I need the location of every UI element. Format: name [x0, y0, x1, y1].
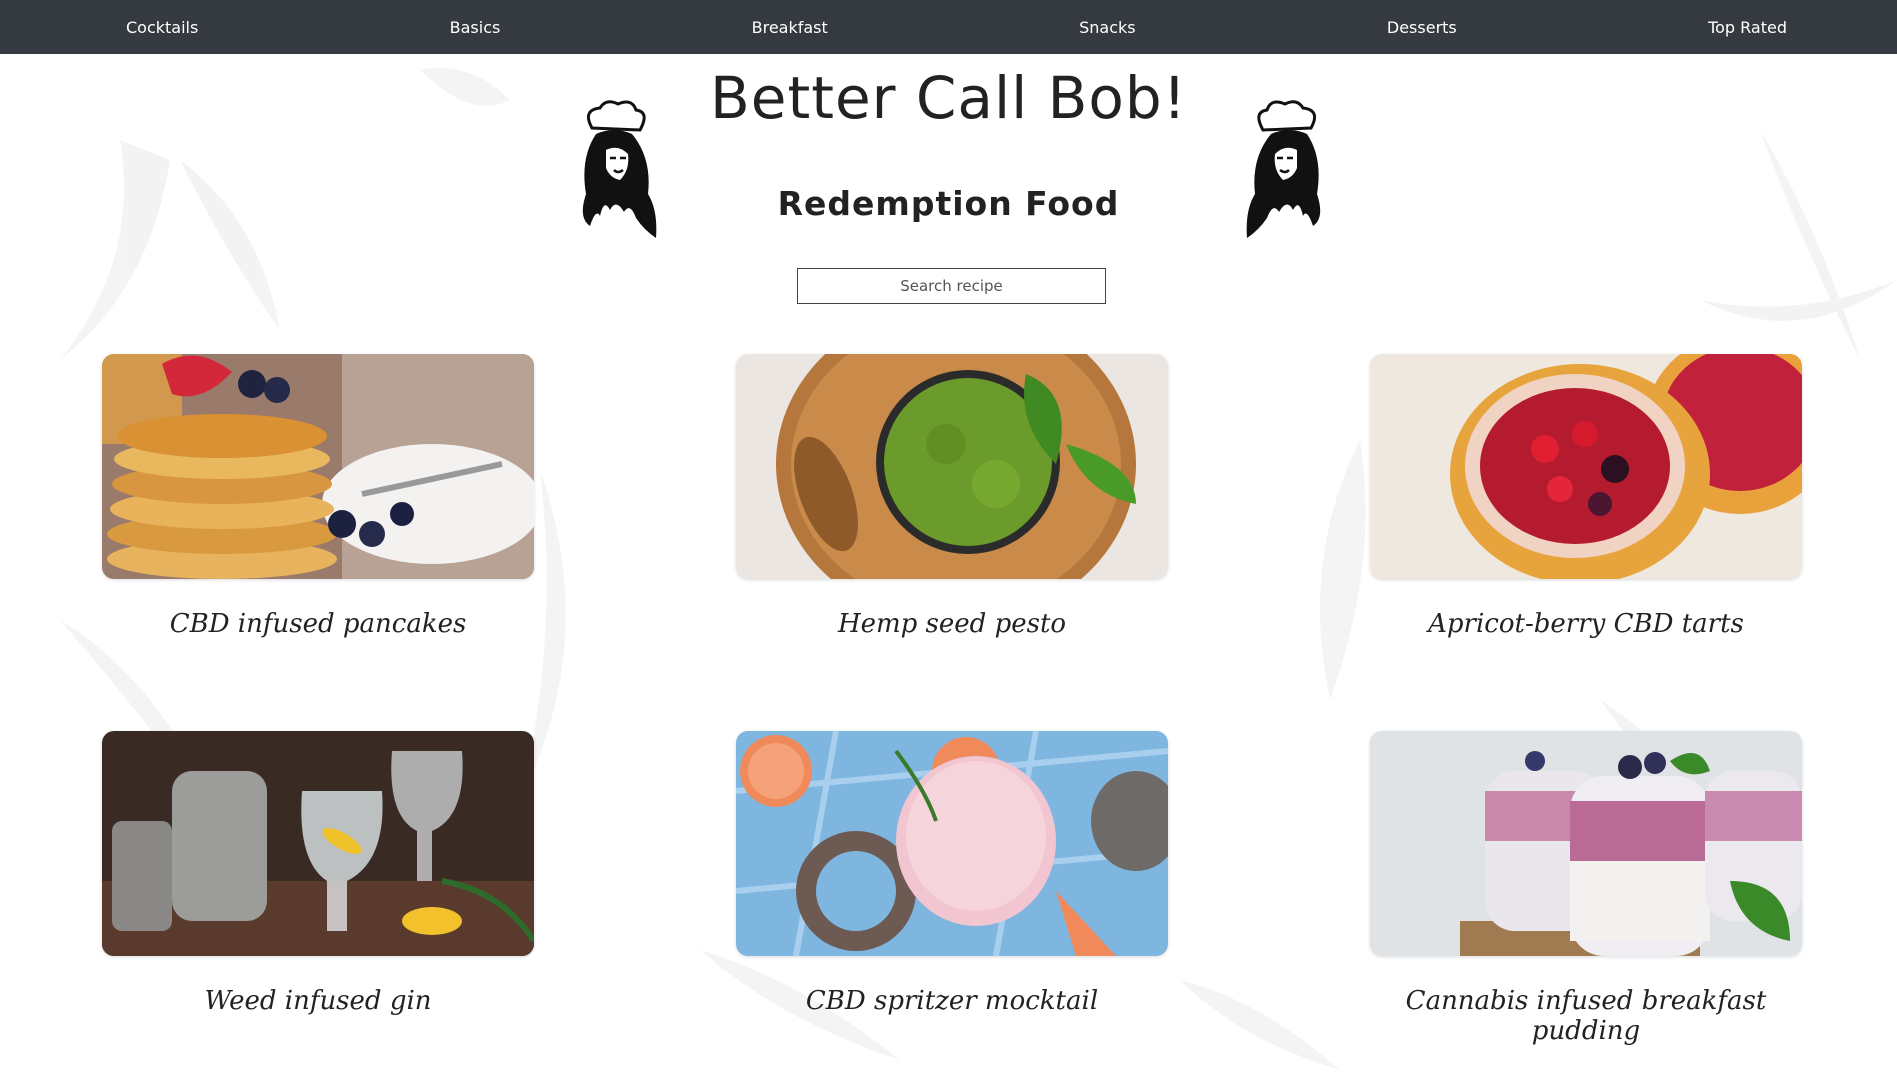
nav-link-desserts[interactable]: Desserts	[1387, 18, 1457, 37]
recipe-card[interactable]: Apricot-berry CBD tarts	[1370, 354, 1802, 639]
nav-link-breakfast[interactable]: Breakfast	[752, 18, 828, 37]
chef-logo-icon	[1233, 98, 1333, 240]
recipe-card[interactable]: Weed infused gin	[102, 731, 534, 1016]
nav-link-cocktails[interactable]: Cocktails	[126, 18, 198, 37]
recipe-title[interactable]: Cannabis infused breakfast pudding	[1370, 986, 1802, 1046]
nav-link-top-rated[interactable]: Top Rated	[1708, 18, 1787, 37]
search-input[interactable]	[797, 268, 1106, 304]
pancakes-photo[interactable]	[102, 354, 534, 579]
pudding-photo[interactable]	[1370, 731, 1802, 956]
recipe-card[interactable]: Hemp seed pesto	[736, 354, 1168, 639]
pesto-photo[interactable]	[736, 354, 1168, 579]
recipe-title[interactable]: CBD spritzer mocktail	[736, 986, 1168, 1016]
recipe-card[interactable]: CBD infused pancakes	[102, 354, 534, 639]
recipe-title[interactable]: Weed infused gin	[102, 986, 534, 1016]
page-header: Better Call Bob! Redemption Food	[0, 54, 1897, 324]
recipe-title[interactable]: Hemp seed pesto	[736, 609, 1168, 639]
recipe-title[interactable]: CBD infused pancakes	[102, 609, 534, 639]
nav-link-basics[interactable]: Basics	[450, 18, 501, 37]
site-subtitle: Redemption Food	[777, 184, 1120, 223]
site-title: Better Call Bob!	[710, 64, 1187, 132]
recipe-title[interactable]: Apricot-berry CBD tarts	[1370, 609, 1802, 639]
recipe-card[interactable]: CBD spritzer mocktail	[736, 731, 1168, 1016]
tarts-photo[interactable]	[1370, 354, 1802, 579]
mocktail-photo[interactable]	[736, 731, 1168, 956]
recipe-card[interactable]: Cannabis infused breakfast pudding	[1370, 731, 1802, 1046]
top-navbar: Cocktails Basics Breakfast Snacks Desser…	[0, 0, 1897, 54]
gin-photo[interactable]	[102, 731, 534, 956]
nav-link-snacks[interactable]: Snacks	[1079, 18, 1136, 37]
